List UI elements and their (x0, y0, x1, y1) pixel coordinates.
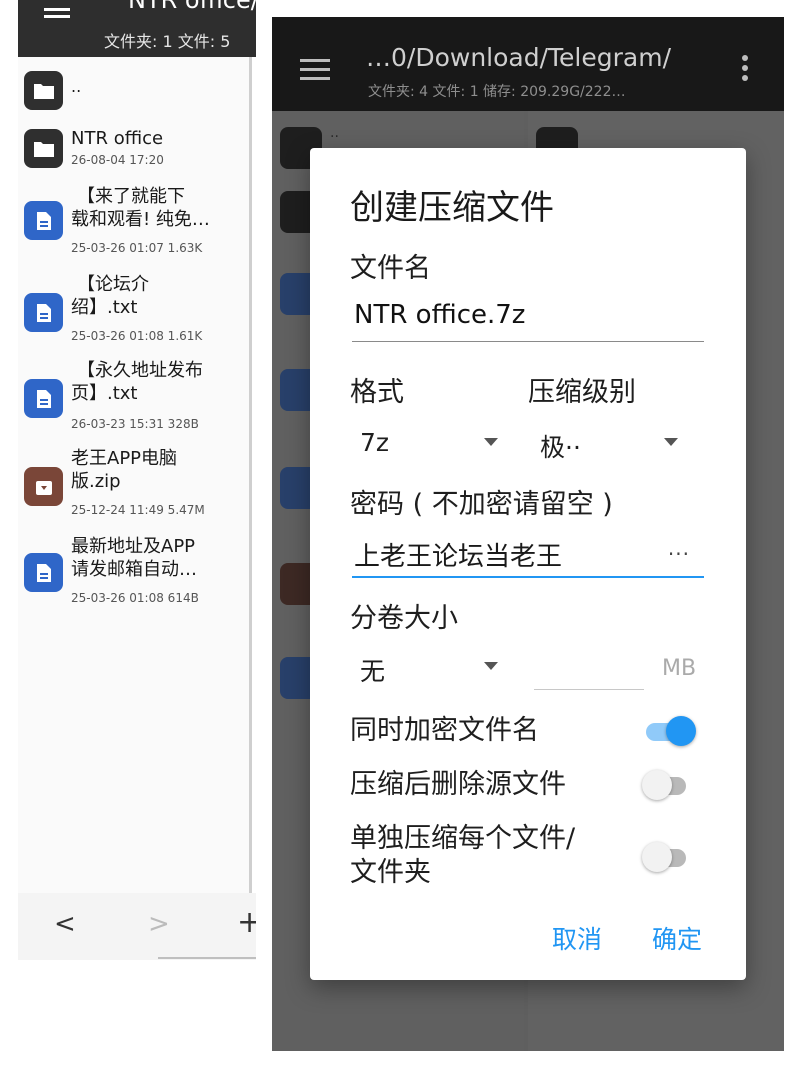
split-size-unit: MB (662, 656, 697, 681)
password-value: 上老王论坛当老王 (354, 542, 563, 572)
more-options-icon[interactable] (742, 55, 748, 83)
list-item-meta: 25-12-24 11:49 5.47M (71, 503, 205, 517)
list-item-file[interactable]: 【永久地址发布 页】.txt 26-03-23 15:31 328B (24, 359, 248, 435)
toggle-thumb (666, 716, 696, 746)
dialog-title: 创建压缩文件 (350, 188, 554, 228)
document-icon (24, 553, 63, 592)
bg-up-label: .. (330, 125, 339, 141)
password-input[interactable]: 上老王论坛当老王 ··· (352, 532, 704, 578)
list-item-file[interactable]: 最新地址及APP 请发邮箱自动… 25-03-26 01:08 614B (24, 535, 248, 611)
compress-separately-label: 单独压缩每个文件/ 文件夹 (350, 823, 576, 888)
split-size-input[interactable] (534, 642, 644, 690)
bottom-divider (158, 957, 256, 959)
compress-separately-toggle[interactable] (640, 840, 696, 874)
back-button[interactable]: < (54, 909, 76, 939)
left-stats: 文件夹: 1 文件: 5 (104, 32, 231, 51)
list-item-up[interactable]: .. (24, 71, 248, 111)
list-item-name: 【永久地址发布 页】.txt (71, 360, 203, 404)
list-item-meta: 25-03-26 01:08 614B (71, 591, 199, 605)
compression-level-select[interactable]: 极·· (540, 428, 680, 464)
list-item-meta: 26-08-04 17:20 (71, 153, 164, 167)
dropdown-arrow-icon (664, 438, 678, 446)
right-stats: 文件夹: 4 文件: 1 储存: 209.29G/222… (368, 84, 626, 100)
split-size-label: 分卷大小 (350, 603, 458, 634)
left-path-title: NTR office/ (128, 0, 256, 14)
ok-button[interactable]: 确定 (652, 920, 702, 956)
encrypt-filenames-label: 同时加密文件名 (350, 715, 539, 746)
password-label: 密码 ( 不加密请留空 ) (350, 489, 613, 520)
split-size-select[interactable]: 无 (360, 652, 500, 688)
left-file-pane: NTR office/ 文件夹: 1 文件: 5 .. NTR office 2… (18, 0, 256, 960)
format-select[interactable]: 7z (360, 428, 500, 464)
toggle-thumb (642, 770, 672, 800)
list-item-meta: 26-03-23 15:31 328B (71, 417, 199, 431)
left-header: NTR office/ 文件夹: 1 文件: 5 (18, 0, 256, 57)
list-item-folder[interactable]: NTR office 26-08-04 17:20 (24, 127, 248, 175)
delete-source-toggle[interactable] (640, 768, 696, 802)
cancel-button[interactable]: 取消 (552, 920, 602, 956)
dropdown-arrow-icon (484, 438, 498, 446)
split-size-value: 无 (360, 657, 386, 686)
right-path-title: …0/Download/Telegram/ (366, 43, 671, 72)
compression-level-value: 极·· (540, 433, 581, 462)
compression-level-label: 压缩级别 (528, 377, 636, 408)
list-item-name: 最新地址及APP 请发邮箱自动… (71, 536, 197, 580)
create-archive-dialog: 创建压缩文件 文件名 NTR office.7z 格式 压缩级别 7z 极·· … (310, 148, 746, 980)
archive-icon (24, 467, 63, 506)
list-item-file[interactable]: 【来了就能下 载和观看! 纯免… 25-03-26 01:07 1.63K (24, 185, 248, 261)
delete-source-label: 压缩后删除源文件 (350, 769, 566, 800)
left-bottom-bar: < > + (18, 893, 256, 960)
list-item-meta: 25-03-26 01:07 1.63K (71, 241, 203, 255)
list-item-meta: 25-03-26 01:08 1.61K (71, 329, 203, 343)
left-file-list: .. NTR office 26-08-04 17:20 【来了就能下 载和观看… (18, 57, 252, 893)
folder-icon (24, 71, 63, 110)
document-icon (24, 293, 63, 332)
document-icon (24, 379, 63, 418)
forward-button[interactable]: > (148, 909, 170, 939)
left-menu-icon[interactable] (44, 8, 70, 26)
list-item-archive[interactable]: 老王APP电脑 版.zip 25-12-24 11:49 5.47M (24, 447, 248, 523)
list-item-name: NTR office (71, 128, 164, 149)
menu-icon[interactable] (300, 59, 330, 81)
format-label: 格式 (350, 377, 404, 408)
filename-label: 文件名 (350, 253, 431, 284)
password-overflow-indicator: ··· (667, 542, 690, 566)
document-icon (24, 201, 63, 240)
format-value: 7z (360, 428, 390, 457)
list-item-name: .. (71, 77, 82, 96)
right-header: …0/Download/Telegram/ 文件夹: 4 文件: 1 储存: 2… (272, 17, 784, 111)
list-item-name: 【来了就能下 载和观看! 纯免… (71, 186, 210, 230)
encrypt-filenames-toggle[interactable] (640, 714, 696, 748)
dropdown-arrow-icon (484, 662, 498, 670)
folder-icon (24, 129, 63, 168)
list-item-file[interactable]: 【论坛介 绍】.txt 25-03-26 01:08 1.61K (24, 273, 248, 349)
filename-input[interactable]: NTR office.7z (352, 296, 704, 342)
list-item-name: 【论坛介 绍】.txt (71, 274, 149, 318)
add-button[interactable]: + (237, 905, 256, 940)
list-item-name: 老王APP电脑 版.zip (71, 448, 178, 492)
toggle-thumb (642, 842, 672, 872)
